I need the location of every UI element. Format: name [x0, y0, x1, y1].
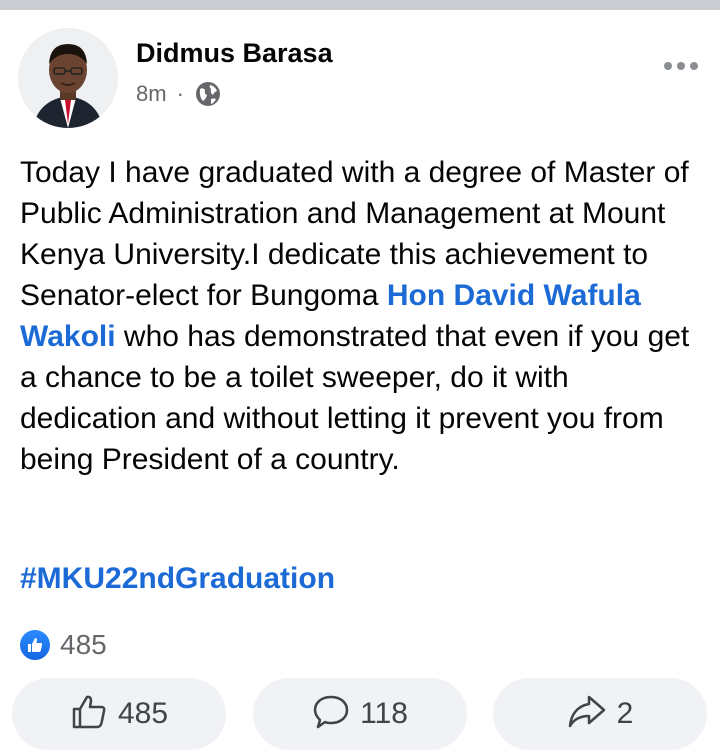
author-name[interactable]: Didmus Barasa	[136, 38, 333, 69]
share-count: 2	[616, 697, 634, 730]
globe-icon	[194, 80, 222, 108]
meta-separator: ·	[176, 81, 184, 106]
share-arrow-icon	[567, 693, 607, 736]
post-text-end: who has demonstrated that even if you ge…	[20, 320, 690, 476]
reactions-summary[interactable]: 485	[18, 628, 107, 662]
comment-icon	[312, 693, 350, 736]
like-button[interactable]: 485	[12, 678, 226, 750]
more-dot-icon	[677, 62, 685, 70]
comment-button[interactable]: 118	[253, 678, 467, 750]
more-dot-icon	[664, 62, 672, 70]
post-header: Didmus Barasa 8m ·	[18, 28, 708, 128]
more-options-button[interactable]	[664, 62, 698, 70]
post-time[interactable]: 8m	[136, 81, 167, 107]
hashtag-link[interactable]: #MKU22ndGraduation	[20, 562, 335, 596]
top-divider	[0, 0, 720, 10]
thumbs-up-icon	[70, 693, 108, 736]
more-dot-icon	[690, 62, 698, 70]
post-meta: 8m ·	[136, 80, 222, 108]
share-button[interactable]: 2	[493, 678, 707, 750]
avatar[interactable]	[18, 28, 118, 128]
post-body: Today I have graduated with a degree of …	[20, 152, 700, 480]
like-count: 485	[117, 697, 169, 730]
comment-count: 118	[360, 697, 408, 730]
like-icon	[18, 628, 52, 662]
reaction-count: 485	[60, 629, 107, 660]
action-bar: 485 118 2	[12, 678, 712, 750]
